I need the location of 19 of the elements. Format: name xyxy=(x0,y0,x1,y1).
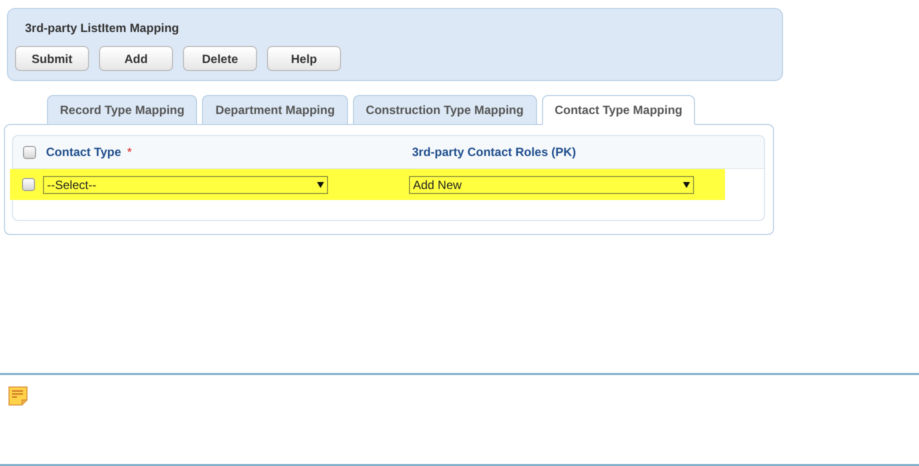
caret-icon xyxy=(317,182,324,188)
checkbox[interactable] xyxy=(23,146,36,158)
column-header: Contact Type xyxy=(46,144,122,161)
tab[interactable]: Record Type Mapping xyxy=(47,95,198,125)
tab[interactable]: Department Mapping xyxy=(202,95,348,125)
toolbar-button[interactable]: Help xyxy=(267,46,341,71)
toolbar-button[interactable]: Add xyxy=(99,46,173,71)
checkbox[interactable] xyxy=(22,178,34,191)
required-mark: * xyxy=(127,144,132,161)
dropdown[interactable]: Add New xyxy=(409,176,694,194)
column-header: 3rd-party Contact Roles (PK) xyxy=(412,144,576,161)
tab[interactable]: Contact Type Mapping xyxy=(542,95,696,125)
caret-icon xyxy=(683,182,690,188)
toolbar-button[interactable]: Delete xyxy=(183,46,257,71)
panel-title: 3rd-party ListItem Mapping xyxy=(25,20,180,37)
note-icon xyxy=(8,386,28,406)
dropdown[interactable]: --Select-- xyxy=(43,176,328,194)
toolbar-button[interactable]: Submit xyxy=(15,46,89,71)
tab[interactable]: Construction Type Mapping xyxy=(352,95,537,125)
